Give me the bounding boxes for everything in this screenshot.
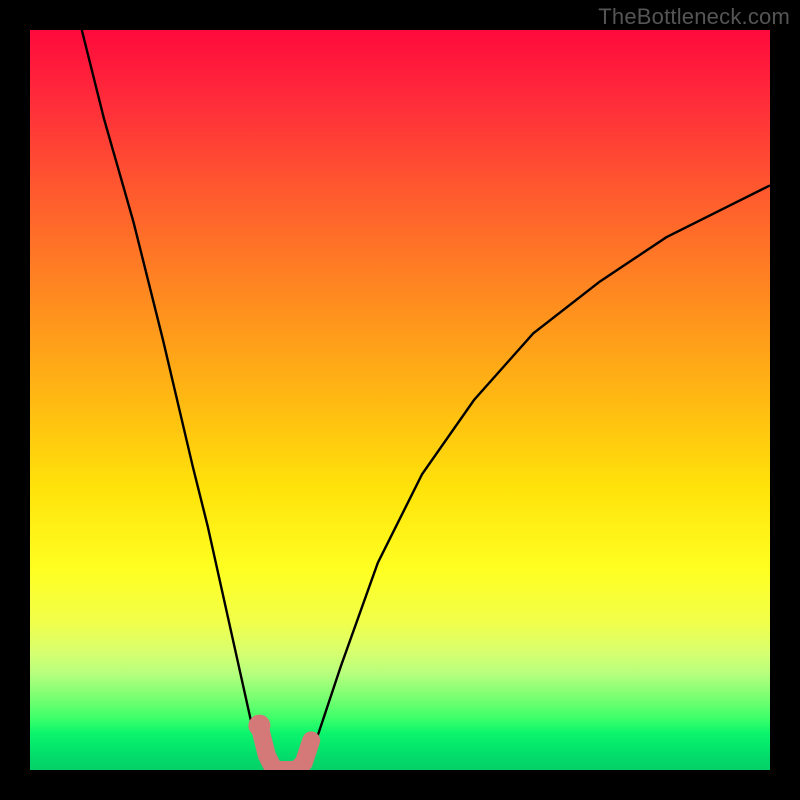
curve-left — [82, 30, 274, 770]
chart-frame: TheBottleneck.com — [0, 0, 800, 800]
curve-right — [304, 185, 770, 770]
plot-area — [30, 30, 770, 770]
watermark-text: TheBottleneck.com — [598, 4, 790, 30]
highlight-dot — [248, 715, 270, 737]
curve-layer — [30, 30, 770, 770]
